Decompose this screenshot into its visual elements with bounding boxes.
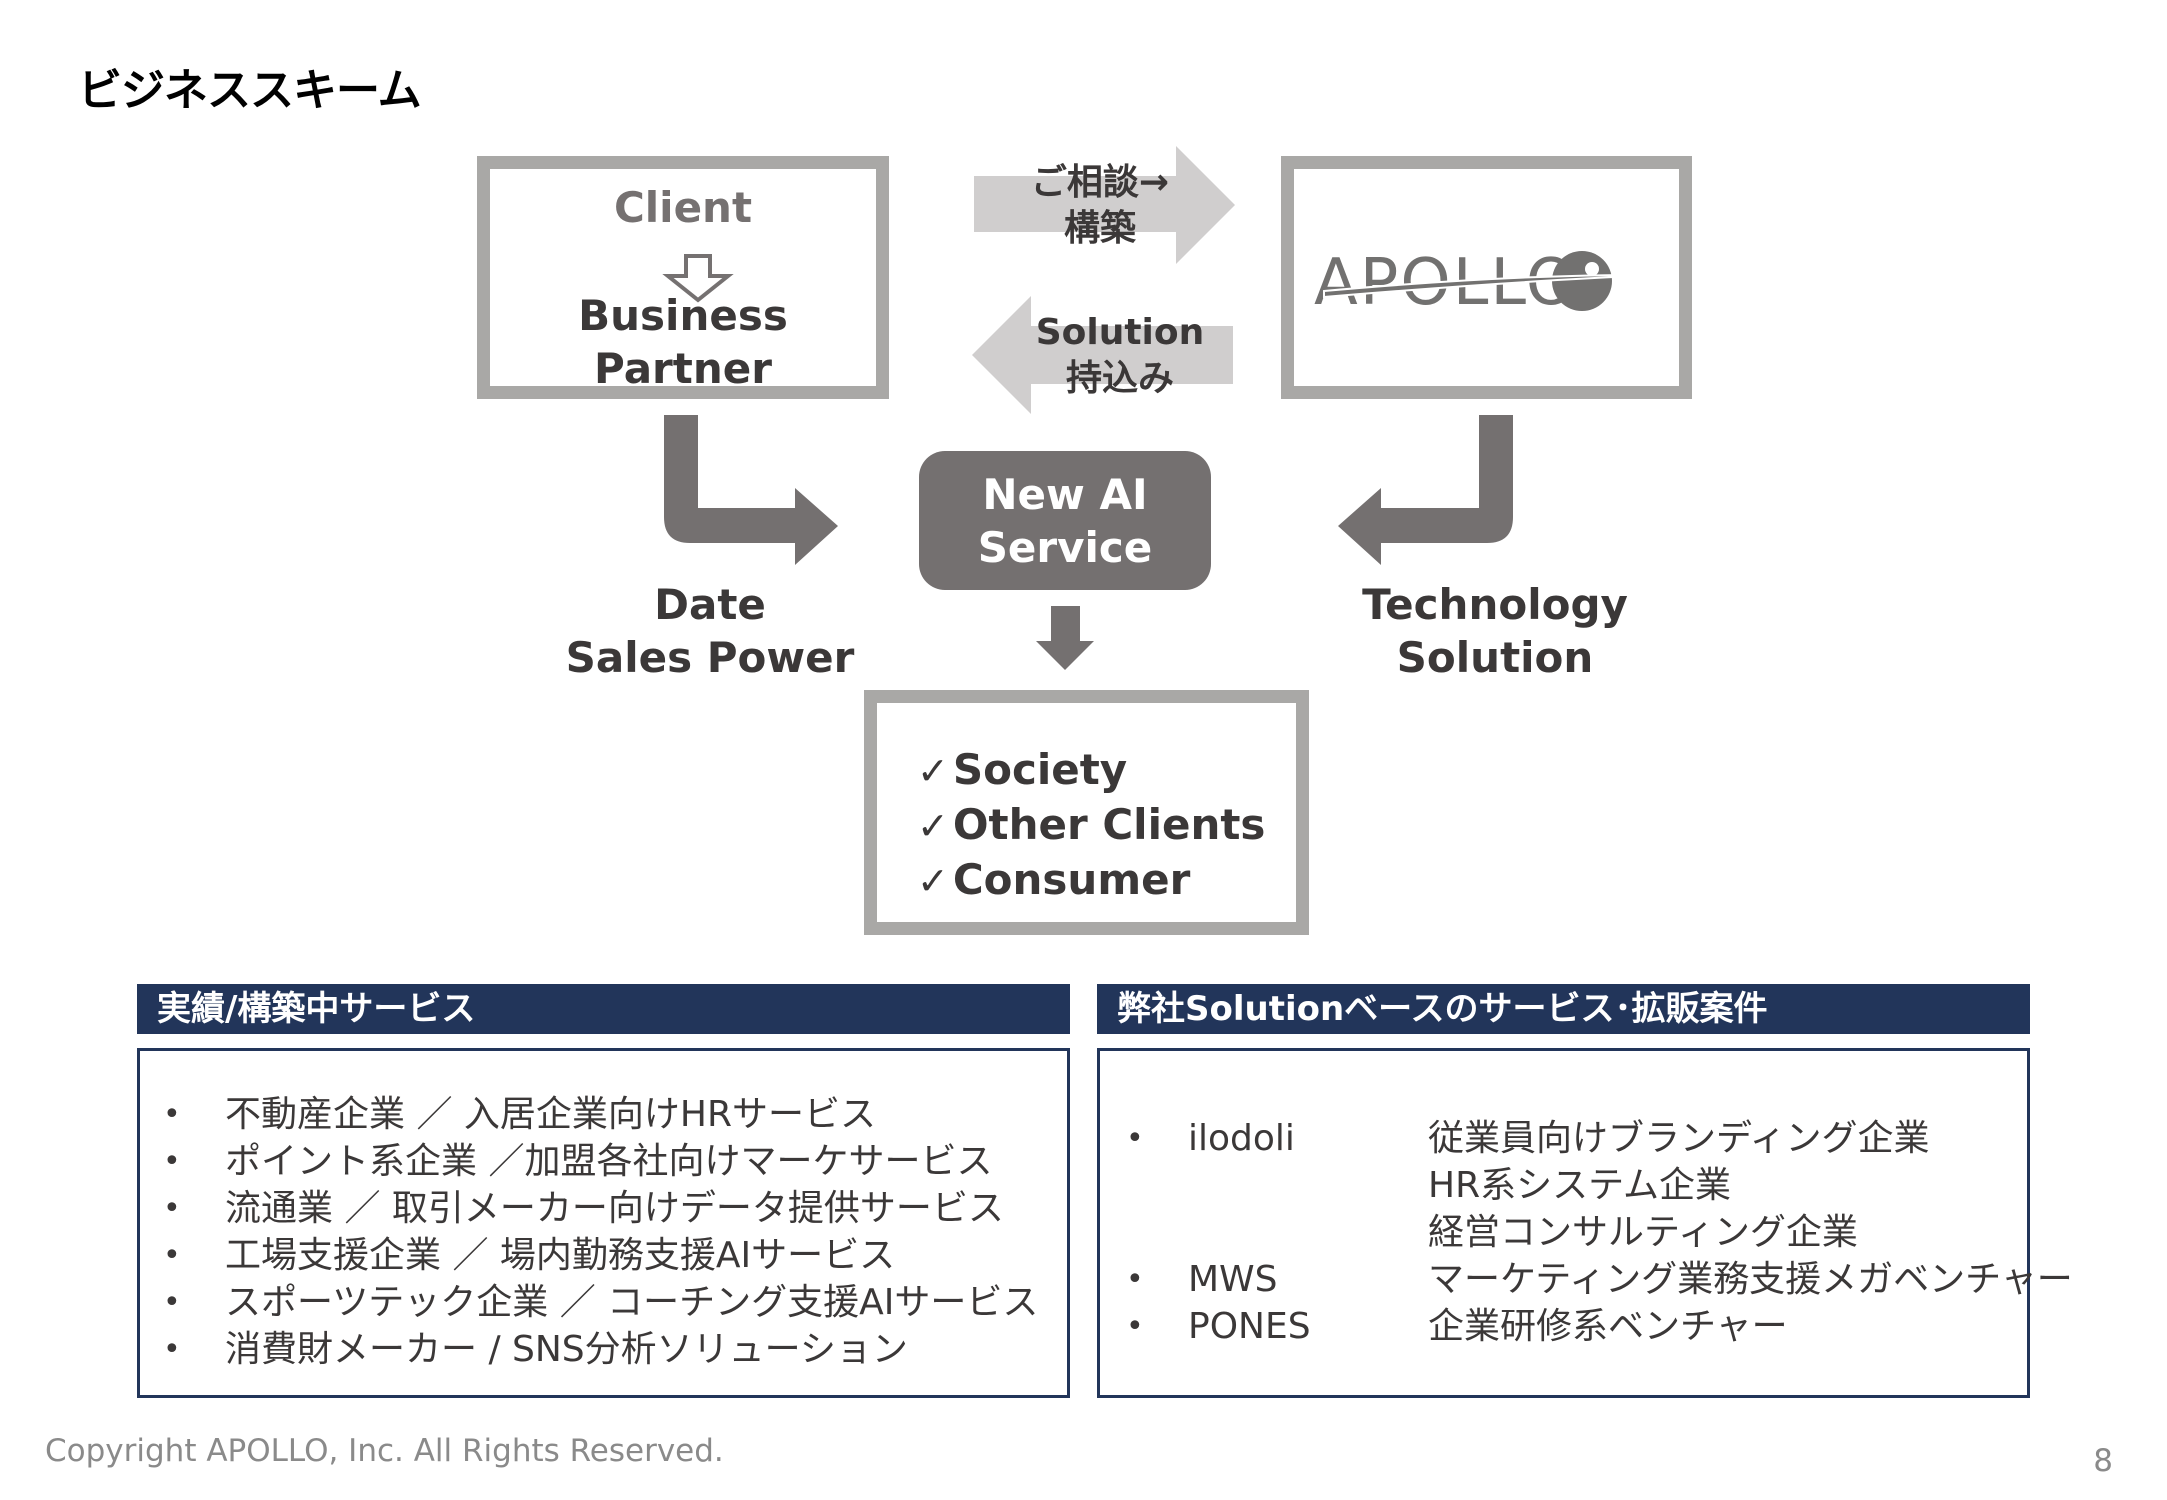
list-item: • 不動産企業 ／ 入居企業向けHRサービス	[163, 1091, 1038, 1138]
result-box: ✓Society ✓Other Clients ✓Consumer	[864, 690, 1309, 935]
new-ai-service-box: New AI Service	[919, 451, 1211, 590]
check-icon: ✓	[917, 804, 949, 848]
list-item: • PONES 企業研修系ベンチャー	[1126, 1303, 2073, 1350]
down-arrow	[1036, 606, 1094, 670]
list-item: • 消費財メーカー / SNS分析ソリューション	[163, 1326, 1038, 1373]
right-panel: • ilodoli 従業員向けブランディング企業 HR系システム企業 経営コンサルティン…	[1097, 1048, 2073, 1398]
bullet-icon: •	[163, 1097, 181, 1132]
list-item: • 工場支援企業 ／ 場内勤務支援AIサービス	[163, 1232, 1038, 1279]
list-item: • 流通業 ／ 取引メーカー向けデータ提供サービス	[163, 1185, 1038, 1232]
page-number: 8	[2093, 1443, 2113, 1479]
bullet-icon: •	[163, 1285, 181, 1320]
result-item: ✓Other Clients	[917, 800, 1266, 849]
business-partner-label: Business Partner	[578, 291, 788, 393]
bullet-icon: •	[163, 1332, 181, 1367]
left-panel: • 不動産企業 ／ 入居企業向けHRサービス • ポイント系企業 ／加盟各社向けマー…	[137, 1048, 1070, 1398]
right-bent-arrow	[1338, 415, 1513, 565]
service-name: PONES	[1188, 1306, 1311, 1347]
list-item: • スポーツテック企業 ／ コーチング支援AIサービス	[163, 1279, 1038, 1326]
technology-solution-label: Technology Solution	[1362, 580, 1628, 682]
apollo-box: APOLLO	[1281, 156, 1692, 399]
arrow-to-apollo-label: ご相談→ 構築	[1030, 162, 1170, 249]
left-panel-list: • 不動産企業 ／ 入居企業向けHRサービス • ポイント系企業 ／加盟各社向けマー…	[163, 1091, 1038, 1373]
client-label: Client	[613, 183, 753, 232]
right-panel-list: • ilodoli 従業員向けブランディング企業 HR系システム企業 経営コンサルティン…	[1126, 1115, 2073, 1350]
check-icon: ✓	[917, 859, 949, 903]
bullet-icon: •	[1126, 1309, 1144, 1344]
left-bent-arrow	[664, 415, 838, 565]
bullet-icon: •	[163, 1191, 181, 1226]
service-name: MWS	[1188, 1259, 1278, 1300]
bullet-icon: •	[163, 1144, 181, 1179]
service-name: ilodoli	[1188, 1118, 1295, 1159]
apollo-logo: APOLLO	[1314, 246, 1660, 320]
arrow-to-client-label: Solution 持込み	[1035, 312, 1205, 399]
list-item: • ポイント系企業 ／加盟各社向けマーケサービス	[163, 1138, 1038, 1185]
result-item: ✓Society	[917, 745, 1128, 794]
list-item: • MWS マーケティング業務支援メガベンチャー	[1126, 1256, 2073, 1303]
bullet-icon: •	[1126, 1121, 1144, 1156]
left-panel-header: 実績/構築中サービス	[137, 984, 1070, 1034]
date-sales-power-label: Date Sales Power	[565, 580, 855, 682]
result-list: ✓Society ✓Other Clients ✓Consumer	[917, 743, 1265, 908]
result-item: ✓Consumer	[917, 855, 1191, 904]
bullet-icon: •	[163, 1238, 181, 1273]
list-item: • ilodoli 従業員向けブランディング企業 HR系システム企業 経営コンサルティン…	[1126, 1115, 2073, 1256]
client-box: Client Business Partner	[477, 156, 889, 399]
bullet-icon: •	[1126, 1262, 1144, 1297]
right-panel-header: 弊社Solutionベースのサービス･拡販案件	[1097, 984, 2030, 1034]
copyright-footer: Copyright APOLLO, Inc. All Rights Reserv…	[45, 1433, 724, 1469]
check-icon: ✓	[917, 749, 949, 793]
